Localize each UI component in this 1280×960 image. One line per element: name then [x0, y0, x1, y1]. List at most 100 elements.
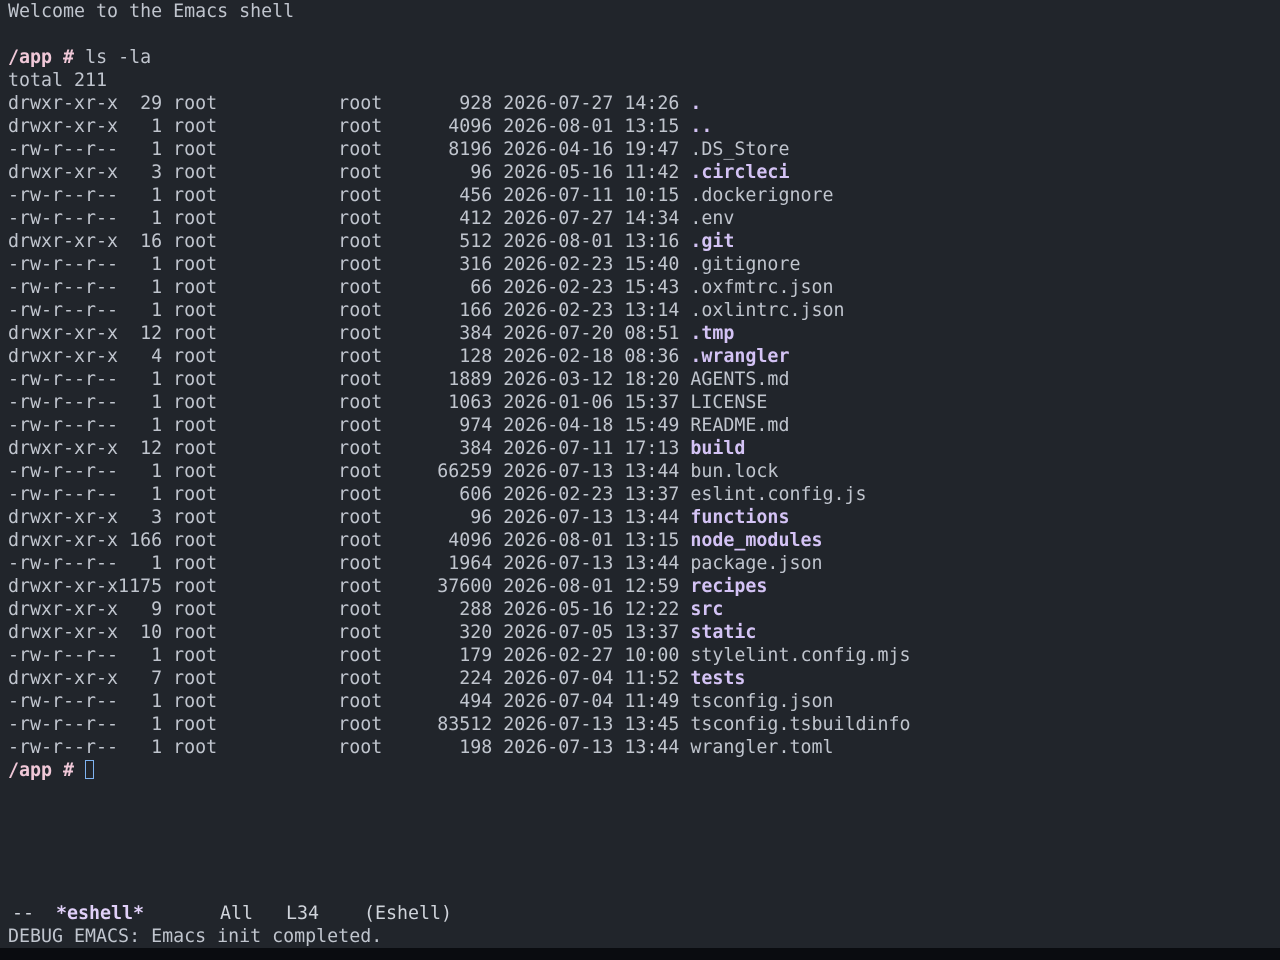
directory-name[interactable]: .git [690, 231, 734, 252]
directory-name[interactable]: .. [690, 116, 712, 137]
listing-row: drwxr-xr-x 7 root root 224 2026-07-04 11… [8, 667, 745, 690]
listing-row-meta: -rw-r--r-- 1 root root 66 2026-02-23 15:… [8, 277, 691, 298]
file-name[interactable]: .DS_Store [690, 139, 789, 160]
directory-name[interactable]: functions [690, 507, 789, 528]
directory-name[interactable]: .tmp [690, 323, 734, 344]
directory-name[interactable]: .circleci [690, 162, 789, 183]
listing-row-meta: -rw-r--r-- 1 root root 198 2026-07-13 13… [8, 737, 691, 758]
listing-row: drwxr-xr-x 9 root root 288 2026-05-16 12… [8, 598, 723, 621]
file-name[interactable]: eslint.config.js [690, 484, 866, 505]
echo-area: DEBUG EMACS: Emacs init completed. [8, 926, 383, 947]
listing-row: drwxr-xr-x 1 root root 4096 2026-08-01 1… [8, 115, 712, 138]
listing-row: drwxr-xr-x 3 root root 96 2026-05-16 11:… [8, 161, 789, 184]
directory-name[interactable]: build [690, 438, 745, 459]
file-name[interactable]: wrangler.toml [690, 737, 833, 758]
listing-row: drwxr-xr-x 166 root root 4096 2026-08-01… [8, 529, 822, 552]
file-name[interactable]: .dockerignore [690, 185, 833, 206]
listing-row: -rw-r--r-- 1 root root 8196 2026-04-16 1… [8, 138, 789, 161]
modeline-major-mode[interactable]: (Eshell) [364, 902, 452, 925]
modeline-status: -- [12, 903, 35, 924]
listing-row-meta: -rw-r--r-- 1 root root 456 2026-07-11 10… [8, 185, 691, 206]
eshell-buffer[interactable]: Welcome to the Emacs shell /app # ls -la… [0, 0, 1280, 902]
listing-row: -rw-r--r-- 1 root root 66 2026-02-23 15:… [8, 276, 833, 299]
directory-name[interactable]: static [690, 622, 756, 643]
modeline-position: All [220, 903, 254, 924]
listing-row: -rw-r--r-- 1 root root 974 2026-04-18 15… [8, 414, 789, 437]
command-line: /app # ls -la [8, 46, 151, 69]
listing-row: -rw-r--r-- 1 root root 179 2026-02-27 10… [8, 644, 911, 667]
listing-row: -rw-r--r-- 1 root root 1964 2026-07-13 1… [8, 552, 822, 575]
active-prompt-line[interactable]: /app # [8, 759, 95, 782]
frame-bottom-border [0, 948, 1280, 960]
listing-row-meta: drwxr-xr-x 12 root root 384 2026-07-11 1… [8, 438, 691, 459]
listing-row-meta: -rw-r--r-- 1 root root 1063 2026-01-06 1… [8, 392, 691, 413]
file-name[interactable]: stylelint.config.mjs [690, 645, 910, 666]
listing-row-meta: -rw-r--r-- 1 root root 494 2026-07-04 11… [8, 691, 691, 712]
text-cursor[interactable] [85, 760, 95, 779]
directory-name[interactable]: src [690, 599, 723, 620]
listing-row-meta: -rw-r--r-- 1 root root 8196 2026-04-16 1… [8, 139, 691, 160]
file-name[interactable]: LICENSE [690, 392, 767, 413]
shell-prompt-active: /app # [8, 760, 75, 781]
shell-command: ls -la [85, 47, 152, 68]
listing-row: -rw-r--r-- 1 root root 66259 2026-07-13 … [8, 460, 778, 483]
listing-row: drwxr-xr-x 10 root root 320 2026-07-05 1… [8, 621, 756, 644]
modeline-buffer-name[interactable]: *eshell* [56, 902, 144, 925]
listing-row: -rw-r--r-- 1 root root 494 2026-07-04 11… [8, 690, 833, 713]
listing-row-meta: drwxr-xr-x 7 root root 224 2026-07-04 11… [8, 668, 691, 689]
listing-row-meta: drwxr-xr-x 10 root root 320 2026-07-05 1… [8, 622, 691, 643]
listing-row-meta: drwxr-xr-x 4 root root 128 2026-02-18 08… [8, 346, 691, 367]
listing-row-meta: drwxr-xr-x 3 root root 96 2026-05-16 11:… [8, 162, 691, 183]
listing-row-meta: drwxr-xr-x 16 root root 512 2026-08-01 1… [8, 231, 691, 252]
listing-row-meta: -rw-r--r-- 1 root root 606 2026-02-23 13… [8, 484, 691, 505]
listing-row-meta: -rw-r--r-- 1 root root 83512 2026-07-13 … [8, 714, 691, 735]
file-name[interactable]: bun.lock [690, 461, 778, 482]
file-name[interactable]: package.json [690, 553, 822, 574]
listing-row-meta: drwxr-xr-x 1 root root 4096 2026-08-01 1… [8, 116, 691, 137]
listing-row: -rw-r--r-- 1 root root 456 2026-07-11 10… [8, 184, 833, 207]
listing-row-meta: -rw-r--r-- 1 root root 1964 2026-07-13 1… [8, 553, 691, 574]
file-name[interactable]: .oxfmtrc.json [690, 277, 833, 298]
file-name[interactable]: .gitignore [690, 254, 800, 275]
listing-row-meta: -rw-r--r-- 1 root root 316 2026-02-23 15… [8, 254, 691, 275]
listing-row-meta: -rw-r--r-- 1 root root 412 2026-07-27 14… [8, 208, 691, 229]
listing-row-meta: drwxr-xr-x 29 root root 928 2026-07-27 1… [8, 93, 691, 114]
listing-row: -rw-r--r-- 1 root root 1889 2026-03-12 1… [8, 368, 789, 391]
file-name[interactable]: README.md [690, 415, 789, 436]
listing-row: drwxr-xr-x 3 root root 96 2026-07-13 13:… [8, 506, 789, 529]
file-name[interactable]: AGENTS.md [690, 369, 789, 390]
listing-row-meta: drwxr-xr-x 12 root root 384 2026-07-20 0… [8, 323, 691, 344]
listing-row: -rw-r--r-- 1 root root 1063 2026-01-06 1… [8, 391, 767, 414]
listing-row-meta: -rw-r--r-- 1 root root 179 2026-02-27 10… [8, 645, 691, 666]
listing-row: drwxr-xr-x 12 root root 384 2026-07-11 1… [8, 437, 745, 460]
listing-row: drwxr-xr-x 16 root root 512 2026-08-01 1… [8, 230, 734, 253]
listing-row-meta: drwxr-xr-x 3 root root 96 2026-07-13 13:… [8, 507, 691, 528]
listing-row: -rw-r--r-- 1 root root 412 2026-07-27 14… [8, 207, 734, 230]
listing-row: drwxr-xr-x 12 root root 384 2026-07-20 0… [8, 322, 734, 345]
listing-row: drwxr-xr-x1175 root root 37600 2026-08-0… [8, 575, 767, 598]
mode-line: -- *eshell* All L34 (Eshell) [0, 902, 1280, 925]
shell-prompt: /app # [8, 47, 75, 68]
modeline-line-number: L34 [286, 903, 320, 924]
directory-name[interactable]: recipes [690, 576, 767, 597]
file-name[interactable]: tsconfig.json [690, 691, 833, 712]
directory-name[interactable]: . [690, 93, 701, 114]
listing-total: total 211 [8, 70, 108, 91]
listing-row: -rw-r--r-- 1 root root 606 2026-02-23 13… [8, 483, 867, 506]
directory-name[interactable]: .wrangler [690, 346, 789, 367]
file-name[interactable]: .env [690, 208, 734, 229]
listing-row-meta: -rw-r--r-- 1 root root 166 2026-02-23 13… [8, 300, 691, 321]
listing-row-meta: drwxr-xr-x 166 root root 4096 2026-08-01… [8, 530, 691, 551]
listing-row: drwxr-xr-x 29 root root 928 2026-07-27 1… [8, 92, 701, 115]
listing-row-meta: drwxr-xr-x 9 root root 288 2026-05-16 12… [8, 599, 691, 620]
listing-row-meta: -rw-r--r-- 1 root root 974 2026-04-18 15… [8, 415, 691, 436]
file-name[interactable]: tsconfig.tsbuildinfo [690, 714, 910, 735]
listing-row: -rw-r--r-- 1 root root 198 2026-07-13 13… [8, 736, 833, 759]
listing-row: drwxr-xr-x 4 root root 128 2026-02-18 08… [8, 345, 789, 368]
listing-row: -rw-r--r-- 1 root root 316 2026-02-23 15… [8, 253, 800, 276]
directory-name[interactable]: tests [690, 668, 745, 689]
listing-row-meta: drwxr-xr-x1175 root root 37600 2026-08-0… [8, 576, 691, 597]
listing-row: -rw-r--r-- 1 root root 166 2026-02-23 13… [8, 299, 844, 322]
directory-name[interactable]: node_modules [690, 530, 822, 551]
file-name[interactable]: .oxlintrc.json [690, 300, 844, 321]
